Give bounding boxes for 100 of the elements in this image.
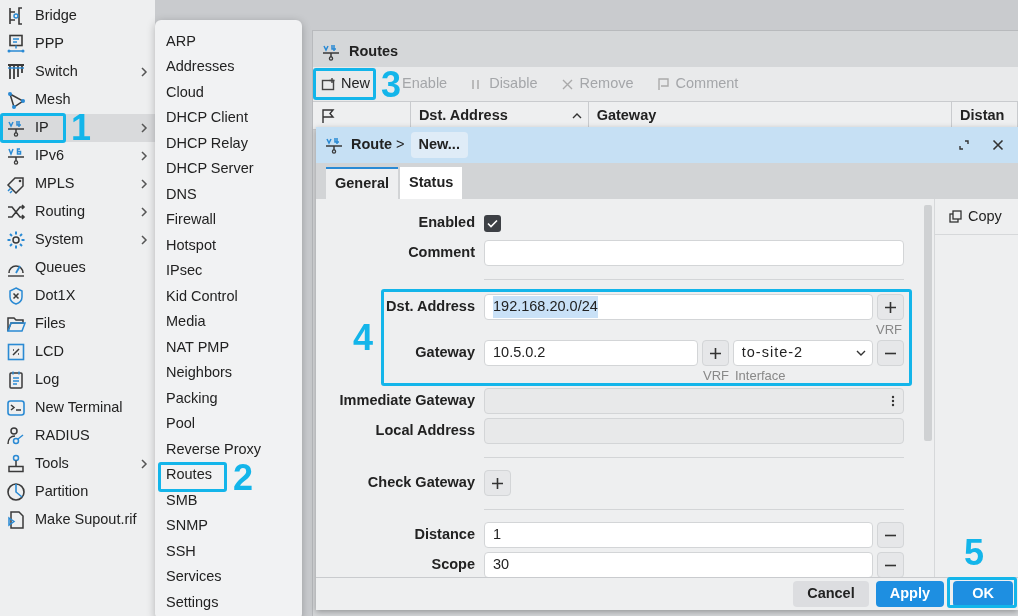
field-label: Gateway [414, 343, 475, 363]
copy-icon [949, 210, 962, 223]
joystick-icon [6, 454, 26, 474]
document-play-icon [6, 510, 26, 530]
monitor-icon [6, 34, 26, 54]
add-button[interactable] [484, 470, 511, 496]
sidebar-item[interactable]: Files [0, 310, 155, 338]
submenu-item[interactable]: Reverse Proxy [166, 438, 262, 461]
field-label: Check Gateway [366, 473, 475, 493]
submenu-item[interactable]: Packing [166, 387, 218, 410]
v4-network-icon [6, 118, 26, 138]
field-label: Immediate Gateway [338, 391, 475, 411]
submenu-item[interactable]: SNMP [166, 515, 208, 538]
sidebar-item[interactable]: Switch [0, 58, 155, 86]
check-icon [487, 218, 498, 228]
submenu-item[interactable]: Media [166, 311, 206, 334]
tab[interactable]: General [326, 167, 398, 199]
submenu-item[interactable]: NAT PMP [166, 336, 230, 359]
add-button[interactable] [877, 294, 904, 320]
sidebar-item[interactable]: Bridge [0, 2, 155, 30]
shield-icon [6, 286, 26, 306]
gear-icon [6, 230, 26, 250]
tab[interactable]: Status [400, 167, 463, 199]
sidebar-item[interactable]: PPP [0, 30, 155, 58]
field-label: Local Address [374, 421, 475, 441]
callout-number: 3 [381, 67, 402, 103]
number-field[interactable]: 1 [484, 522, 873, 548]
submenu-item[interactable]: Routes [166, 464, 212, 487]
submenu-item[interactable]: DHCP Client [166, 107, 248, 130]
v4-network-icon [324, 135, 344, 155]
submenu-item[interactable]: Pool [166, 413, 196, 436]
switch-icon [6, 62, 26, 82]
sidebar-item[interactable]: Routing [0, 198, 155, 226]
field-label: Enabled [417, 213, 475, 233]
callout-number: 5 [964, 535, 985, 571]
notepad-icon [6, 370, 26, 390]
submenu-item[interactable]: Neighbors [166, 362, 233, 385]
sidebar-item[interactable]: Dot1X [0, 282, 155, 310]
text-field[interactable] [484, 240, 904, 266]
flag-icon [321, 107, 335, 124]
submenu-item[interactable]: Firewall [166, 209, 216, 232]
submenu-item[interactable]: Settings [166, 591, 219, 614]
submenu-item[interactable]: Addresses [166, 56, 235, 79]
submenu-item[interactable]: SSH [166, 540, 196, 563]
tag-icon [6, 174, 26, 194]
sidebar-item[interactable]: Queues [0, 254, 155, 282]
submenu-item[interactable]: DNS [166, 183, 197, 206]
plus-icon [885, 301, 896, 313]
crossing-arrows-icon [6, 202, 26, 222]
submenu-item[interactable]: Hotspot [166, 234, 216, 257]
sidebar-item[interactable]: MPLS [0, 170, 155, 198]
checkbox[interactable] [484, 214, 501, 232]
display-icon [6, 342, 26, 362]
submenu-item[interactable]: ARP [166, 30, 196, 53]
sidebar-item[interactable]: New Terminal [0, 394, 155, 422]
sidebar-item[interactable]: Log [0, 366, 155, 394]
text-field[interactable]: 10.5.0.2 [484, 340, 698, 366]
callout-frame [947, 577, 1017, 608]
sidebar-item[interactable]: IP 1 [0, 114, 155, 142]
callout-frame [158, 461, 227, 492]
sidebar-item[interactable]: Tools [0, 450, 155, 478]
field-caption: Interface [735, 369, 786, 384]
add-window-icon [321, 76, 336, 92]
callout-number: 2 [233, 459, 254, 496]
v4-network-icon [321, 42, 341, 62]
callout-frame [0, 113, 66, 143]
sidebar-item[interactable]: RADIUS [0, 422, 155, 450]
field-caption: VRF [703, 369, 729, 384]
window-title: Routes [349, 42, 399, 62]
breadcrumb-text: Route [351, 135, 393, 155]
dialog-button[interactable]: Cancel [793, 581, 869, 607]
submenu-item[interactable]: DHCP Relay [166, 132, 248, 155]
sidebar-item[interactable]: System [0, 226, 155, 254]
number-field[interactable]: 30 [484, 552, 873, 577]
submenu-item[interactable]: DHCP Server [166, 158, 254, 181]
user-icon [6, 426, 26, 446]
submenu-item[interactable]: SMB [166, 489, 198, 512]
submenu-item[interactable]: Services [166, 566, 222, 589]
add-button[interactable] [701, 340, 729, 366]
copy-button[interactable]: Copy [935, 199, 1018, 235]
sidebar-item[interactable]: Make Supout.rif [0, 506, 155, 534]
field-label: Distance [413, 525, 475, 545]
callout-number: 4 [353, 320, 374, 356]
breadcrumb-chip: New... [410, 132, 468, 158]
field-caption: VRF [876, 323, 902, 338]
field-label: Dst. Address [385, 297, 475, 317]
pie-chart-icon [6, 482, 26, 502]
terminal-icon [6, 398, 26, 418]
sidebar-item[interactable]: LCD [0, 338, 155, 366]
triangle-nodes-icon [6, 90, 26, 110]
v6-network-icon [6, 146, 26, 166]
close-icon [992, 139, 1004, 151]
sidebar-item[interactable]: Partition [0, 478, 155, 506]
interface-dropdown[interactable]: to-site-2 [732, 340, 873, 366]
flag-icon [655, 76, 671, 92]
submenu-item[interactable]: Cloud [166, 81, 204, 104]
text-field[interactable]: 192.168.20.0/24 [484, 294, 873, 320]
scrollbar-thumb[interactable] [924, 205, 932, 441]
submenu-item[interactable]: IPsec [166, 260, 203, 283]
submenu-item[interactable]: Kid Control [166, 285, 238, 308]
